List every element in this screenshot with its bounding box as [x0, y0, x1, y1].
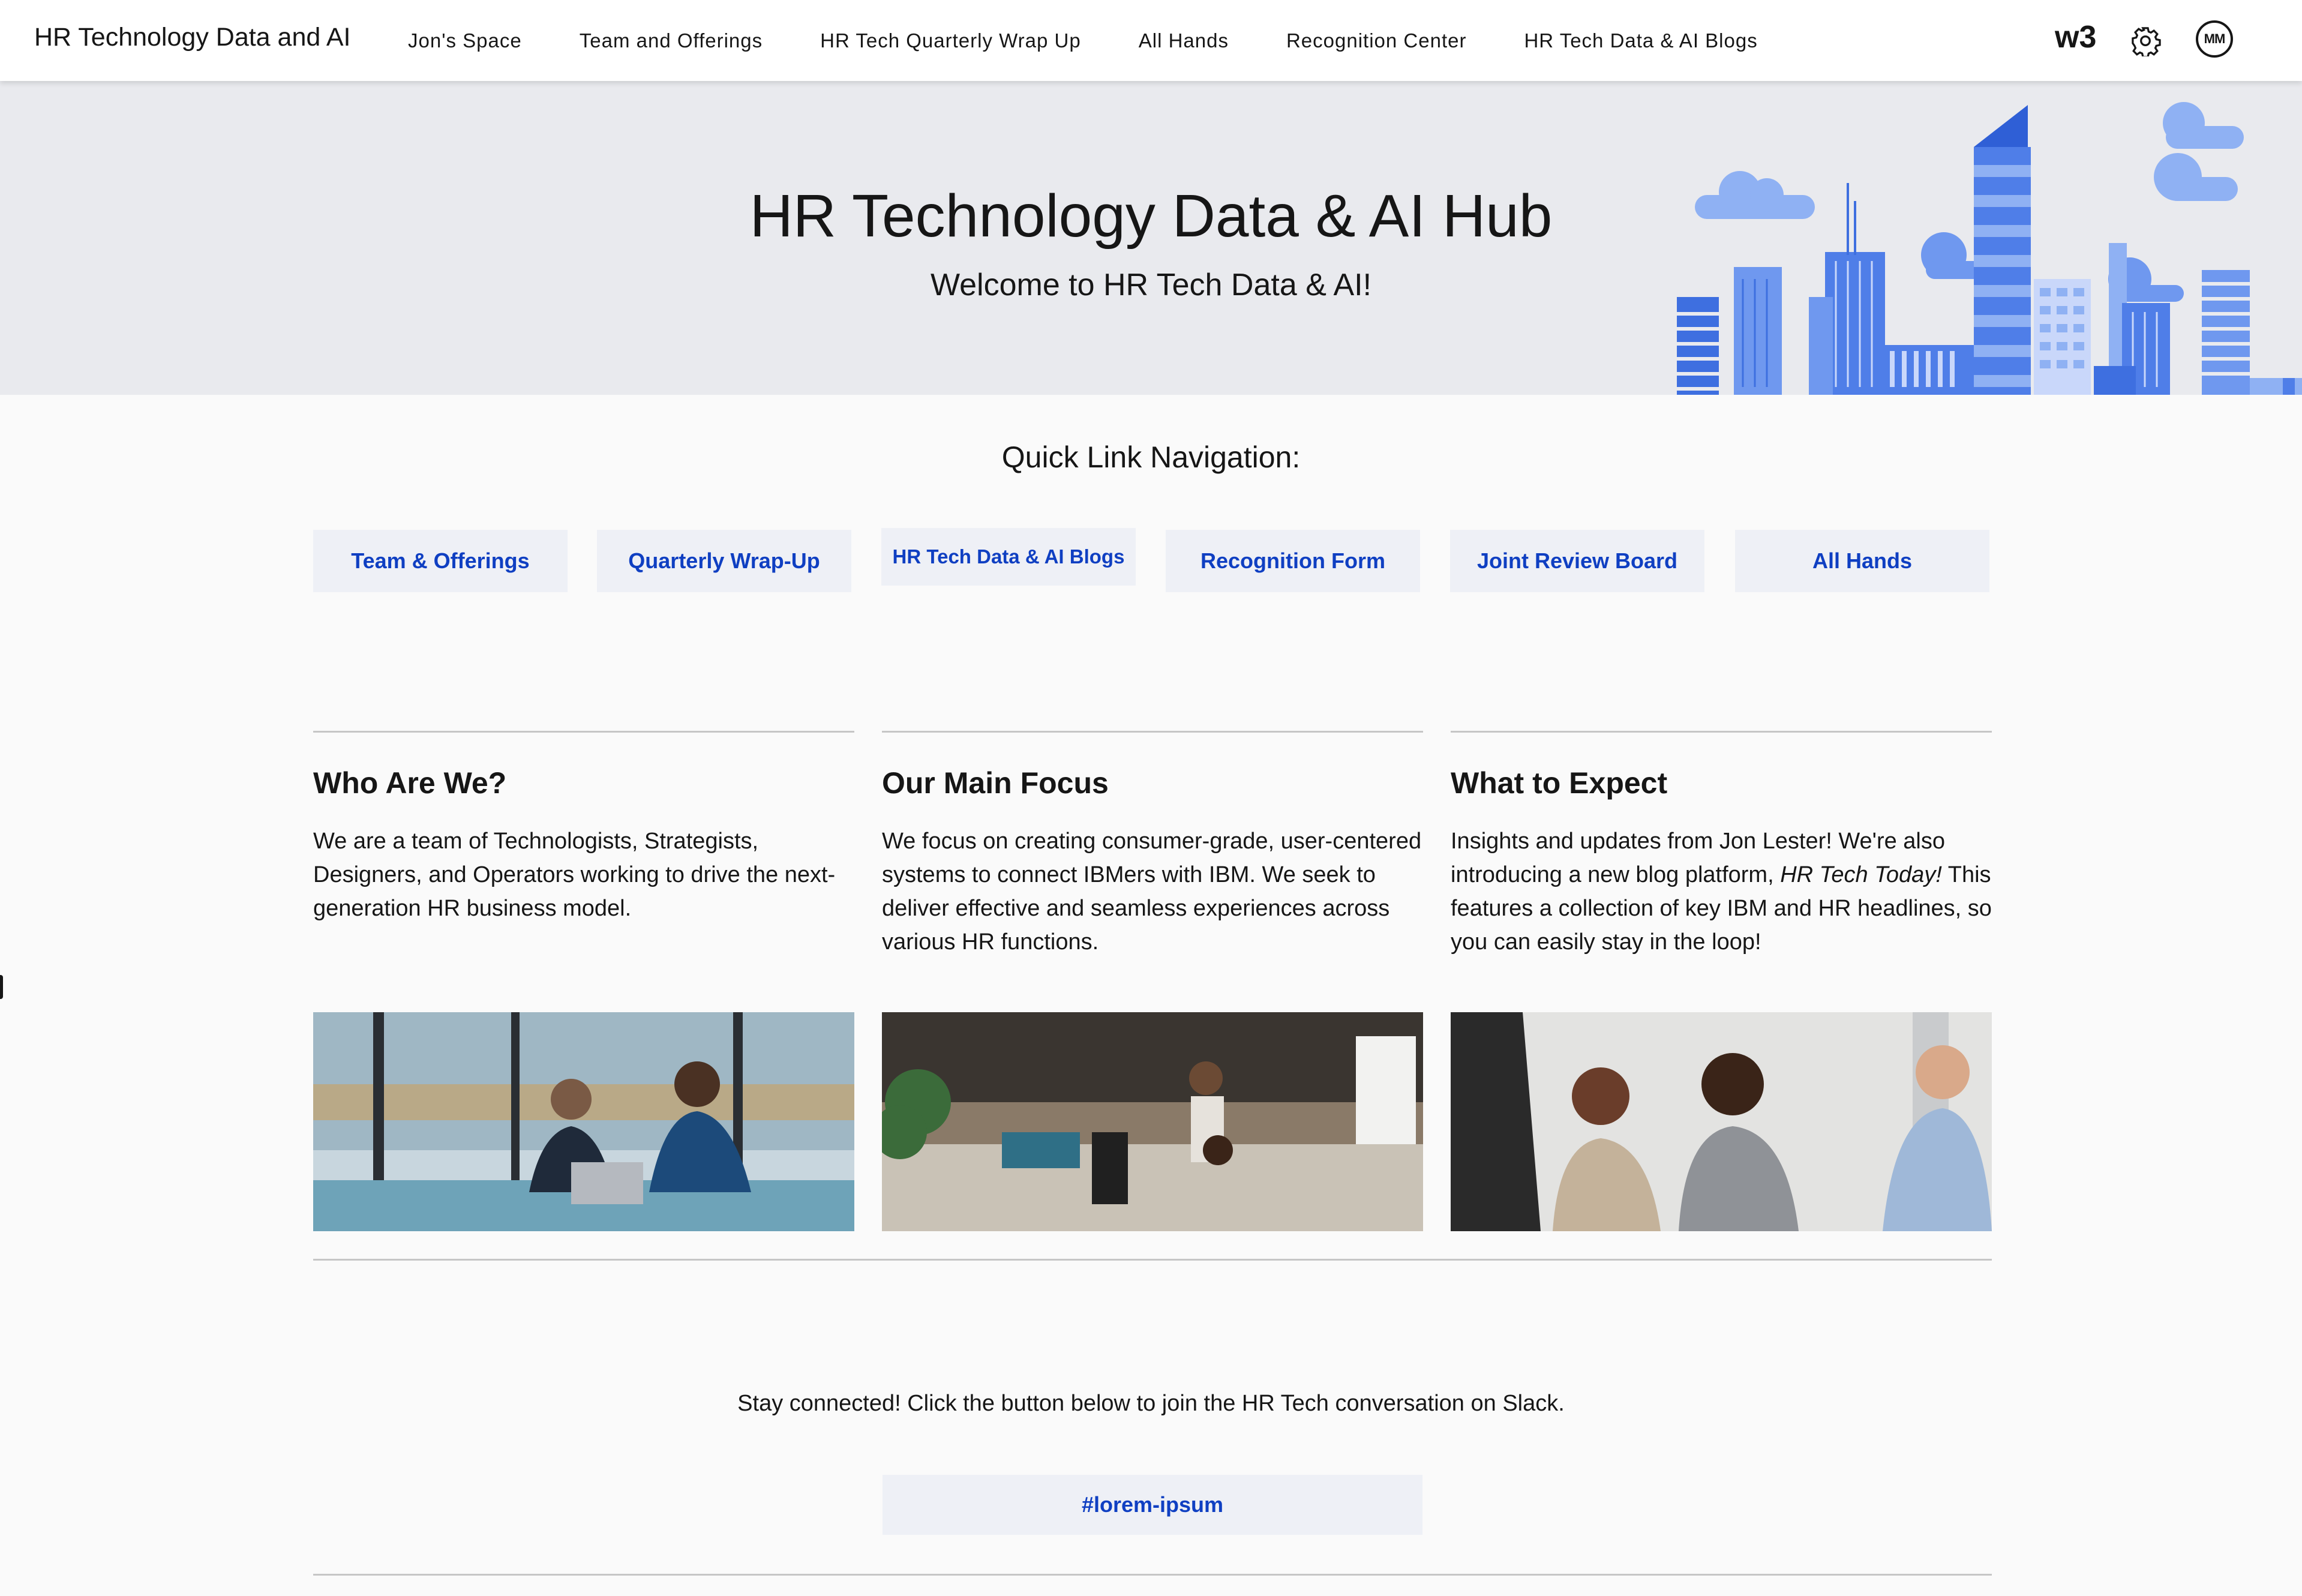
- nav-recognition-center[interactable]: Recognition Center: [1286, 29, 1467, 52]
- info-column-expect: What to Expect Insights and updates from…: [1451, 731, 1992, 959]
- section-divider: [313, 1574, 1992, 1576]
- column-divider: [1451, 731, 1992, 733]
- info-column-who: Who Are We? We are a team of Technologis…: [313, 731, 854, 925]
- column-heading: What to Expect: [1451, 766, 1668, 800]
- city-skyline-illustration: [1677, 102, 2302, 395]
- quick-link-recognition-form[interactable]: Recognition Form: [1166, 530, 1420, 592]
- column-heading: Our Main Focus: [882, 766, 1109, 800]
- blog-name: HR Tech Today!: [1780, 862, 1942, 887]
- nav-jons-space[interactable]: Jon's Space: [408, 29, 522, 52]
- section-divider: [313, 1259, 1992, 1261]
- quick-link-blogs[interactable]: HR Tech Data & AI Blogs: [881, 528, 1136, 586]
- photo-team-laughing: [1451, 1012, 1992, 1231]
- hero-banner: HR Technology Data & AI Hub Welcome to H…: [0, 81, 2302, 395]
- slack-invite-text: Stay connected! Click the button below t…: [737, 1391, 1565, 1416]
- quick-link-team-offerings[interactable]: Team & Offerings: [313, 530, 568, 592]
- scroll-edge-marker: [0, 975, 3, 999]
- quick-link-heading: Quick Link Navigation:: [1001, 440, 1301, 474]
- primary-nav: Jon's Space Team and Offerings HR Tech Q…: [408, 0, 1758, 81]
- column-body: Insights and updates from Jon Lester! We…: [1451, 824, 1992, 959]
- column-divider: [882, 731, 1423, 733]
- photo-colleagues-meeting: [313, 1012, 854, 1231]
- column-divider: [313, 731, 854, 733]
- user-avatar[interactable]: MM: [2196, 20, 2233, 58]
- site-brand-link[interactable]: HR Technology Data and AI: [34, 23, 351, 52]
- photo-team-workspace: [882, 1012, 1423, 1231]
- quick-link-quarterly-wrap-up[interactable]: Quarterly Wrap-Up: [597, 530, 851, 592]
- column-heading: Who Are We?: [313, 766, 507, 800]
- top-navigation-bar: HR Technology Data and AI Jon's Space Te…: [0, 0, 2302, 81]
- gear-icon[interactable]: [2130, 25, 2161, 56]
- nav-blogs[interactable]: HR Tech Data & AI Blogs: [1524, 29, 1757, 52]
- slack-channel-button[interactable]: #lorem-ipsum: [883, 1475, 1422, 1535]
- quick-link-joint-review-board[interactable]: Joint Review Board: [1450, 530, 1704, 592]
- nav-quarterly-wrap-up[interactable]: HR Tech Quarterly Wrap Up: [820, 29, 1081, 52]
- column-body: We focus on creating consumer-grade, use…: [882, 829, 1422, 955]
- quick-link-row: Team & Offerings Quarterly Wrap-Up HR Te…: [313, 528, 1993, 592]
- info-column-focus: Our Main Focus We focus on creating cons…: [882, 731, 1423, 959]
- nav-team-and-offerings[interactable]: Team and Offerings: [580, 29, 763, 52]
- column-body: We are a team of Technologists, Strategi…: [313, 829, 836, 921]
- w3-logo[interactable]: w3: [2055, 19, 2096, 55]
- quick-link-all-hands[interactable]: All Hands: [1735, 530, 1989, 592]
- nav-all-hands[interactable]: All Hands: [1139, 29, 1229, 52]
